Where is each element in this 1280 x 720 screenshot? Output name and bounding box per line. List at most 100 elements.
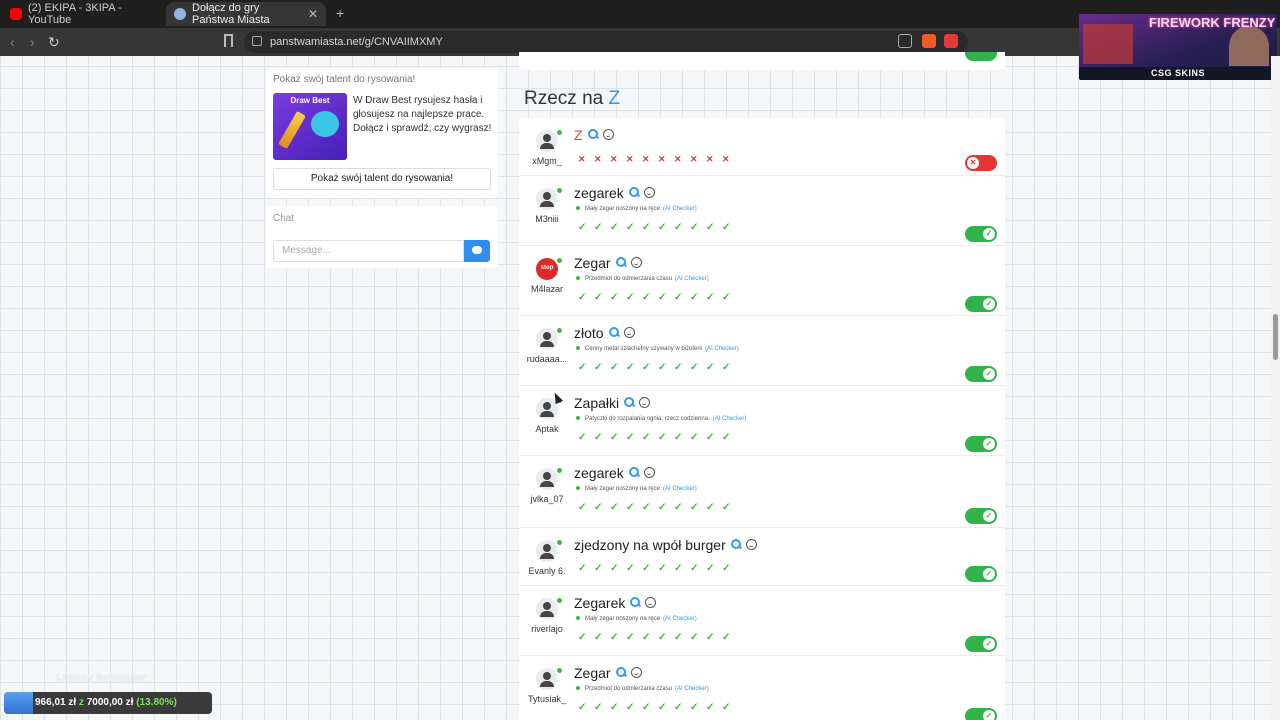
- vote-accept-icon: ✓: [594, 362, 603, 373]
- search-icon[interactable]: [730, 539, 741, 549]
- answer-valid-toggle[interactable]: [965, 226, 997, 242]
- ai-description: Przedmiot do odmierzania czasu (AI Checke…: [576, 276, 709, 282]
- ai-icon: [576, 416, 580, 420]
- answer-valid-toggle[interactable]: [965, 296, 997, 312]
- vote-reject-icon: ✕: [658, 154, 666, 164]
- emoji-reaction-icon[interactable]: [630, 257, 642, 268]
- vote-accept-icon: ✓: [674, 702, 683, 713]
- page-scrollbar[interactable]: [1271, 56, 1280, 720]
- vote-accept-icon: ✓: [690, 222, 699, 233]
- player-name: rudaaaa...: [526, 354, 568, 364]
- new-tab-button[interactable]: +: [336, 5, 344, 21]
- vote-accept-icon: ✓: [658, 362, 667, 373]
- emoji-reaction-icon[interactable]: [630, 667, 642, 678]
- vote-accept-icon: ✓: [690, 292, 699, 303]
- ai-checker-label: (AI Checker): [663, 206, 697, 212]
- vote-accept-icon: ✓: [626, 702, 635, 713]
- answer-valid-toggle[interactable]: [965, 155, 997, 171]
- online-status-dot: [557, 668, 562, 673]
- vote-accept-icon: ✓: [722, 632, 731, 643]
- search-icon[interactable]: [608, 327, 619, 337]
- vote-accept-icon: ✓: [626, 362, 635, 373]
- draw-best-button[interactable]: Pokaż swój talent do rysowania!: [273, 168, 491, 190]
- player-name: M3niii: [535, 214, 559, 224]
- answer-valid-toggle[interactable]: [965, 636, 997, 652]
- answer-valid-toggle[interactable]: [965, 508, 997, 524]
- search-icon[interactable]: [628, 187, 639, 197]
- emoji-reaction-icon[interactable]: [643, 187, 655, 198]
- donation-progress-fill: [4, 692, 33, 714]
- answer-text-row: zegarek: [574, 465, 655, 481]
- vote-accept-icon: ✓: [722, 502, 731, 513]
- draw-best-logo-text: Draw Best: [290, 96, 330, 105]
- vote-accept-icon: ✓: [642, 362, 651, 373]
- emoji-reaction-icon[interactable]: [745, 539, 757, 550]
- vote-accept-icon: ✓: [594, 222, 603, 233]
- vote-accept-icon: ✓: [610, 432, 619, 443]
- rewards-icon[interactable]: [944, 34, 958, 48]
- vote-accept-icon: ✓: [674, 432, 683, 443]
- chat-message-input[interactable]: Message...: [273, 240, 464, 262]
- vote-accept-icon: ✓: [722, 432, 731, 443]
- vote-reject-icon: ✕: [610, 154, 618, 164]
- bookmark-icon[interactable]: [224, 34, 233, 47]
- tab-youtube[interactable]: (2) EKIPA - 3KIPA - YouTube: [2, 2, 162, 26]
- overlay-art: [1083, 24, 1133, 64]
- vote-accept-icon: ✓: [610, 702, 619, 713]
- answer-valid-toggle[interactable]: [965, 436, 997, 452]
- emoji-reaction-icon[interactable]: [645, 597, 657, 608]
- search-icon[interactable]: [587, 129, 598, 139]
- online-status-dot: [557, 130, 562, 135]
- answer-row: xMgm_ Z ✕ ✕ ✕ ✕ ✕ ✕ ✕ ✕ ✕ ✕: [519, 118, 1005, 176]
- player-avatar: [536, 328, 558, 350]
- share-icon[interactable]: [898, 34, 912, 48]
- vote-accept-icon: ✓: [690, 702, 699, 713]
- answer-valid-toggle[interactable]: [965, 566, 997, 582]
- brave-shields-icon[interactable]: [922, 34, 936, 48]
- answer-text-row: Zegarek: [574, 595, 657, 611]
- emoji-reaction-icon[interactable]: [602, 129, 614, 140]
- promo-title: Pokaż swój talent do rysowania!: [273, 74, 416, 85]
- emoji-reaction-icon[interactable]: [643, 467, 655, 478]
- ai-checker-label: (AI Checker): [663, 616, 697, 622]
- player-name: Evanly 6.: [528, 566, 566, 576]
- paint-splash-icon: [311, 111, 339, 137]
- search-icon[interactable]: [615, 257, 626, 267]
- vote-reject-icon: ✕: [722, 154, 730, 164]
- draw-best-image[interactable]: Draw Best: [273, 93, 347, 160]
- answer-text: zegarek: [574, 465, 624, 481]
- answer-valid-toggle[interactable]: [965, 366, 997, 382]
- emoji-reaction-icon[interactable]: [623, 327, 635, 338]
- toggle-knob: [983, 228, 995, 240]
- ai-icon: [576, 616, 580, 620]
- forward-button[interactable]: ›: [30, 34, 35, 50]
- address-bar[interactable]: panstwamiasta.net/g/CNVAIIMXMY: [244, 31, 968, 53]
- emoji-reaction-icon[interactable]: [639, 397, 651, 408]
- player-name: Tytusiak_: [527, 694, 567, 704]
- send-message-button[interactable]: [464, 240, 490, 262]
- search-icon[interactable]: [615, 667, 626, 677]
- tab-panstwa-miasta[interactable]: Dołącz do gry Państwa Miasta ✕: [166, 2, 326, 26]
- vote-accept-icon: ✓: [610, 362, 619, 373]
- vote-reject-icon: ✕: [706, 154, 714, 164]
- answer-row: stop M4lazar Zegar Przedmiot do odmierza…: [519, 246, 1005, 316]
- answer-row: Tytusiak_ Zegar Przedmiot do odmierzania…: [519, 656, 1005, 720]
- search-icon[interactable]: [624, 397, 635, 407]
- search-icon[interactable]: [630, 597, 641, 607]
- ai-icon: [576, 686, 580, 690]
- search-icon[interactable]: [628, 467, 639, 477]
- answer-valid-toggle[interactable]: [965, 708, 997, 720]
- ai-checker-label: (AI Checker): [712, 416, 747, 422]
- back-button[interactable]: ‹: [10, 34, 15, 50]
- reload-button[interactable]: ↻: [48, 34, 60, 51]
- answer-text-row: Z: [574, 127, 614, 143]
- scrollbar-thumb[interactable]: [1273, 314, 1278, 360]
- player-avatar: [536, 598, 558, 620]
- close-tab-icon[interactable]: ✕: [308, 7, 318, 21]
- vote-accept-icon: ✓: [610, 292, 619, 303]
- vote-accept-icon: ✓: [690, 632, 699, 643]
- vote-accept-icon: ✓: [674, 222, 683, 233]
- online-status-dot: [557, 258, 562, 263]
- answer-toggle[interactable]: [965, 52, 997, 61]
- site-info-icon[interactable]: [252, 36, 262, 46]
